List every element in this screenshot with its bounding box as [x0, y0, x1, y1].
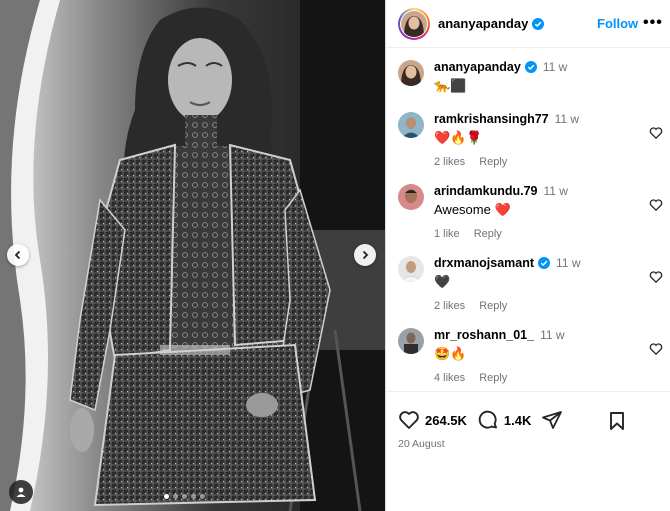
comment-username[interactable]: ramkrishansingh77: [434, 112, 549, 126]
carousel-dot: [182, 494, 187, 499]
chevron-right-icon: [362, 250, 369, 260]
comment-username[interactable]: drxmanojsamant: [434, 256, 534, 270]
comment-icon: [478, 410, 497, 429]
comment-username[interactable]: arindamkundu.79: [434, 184, 538, 198]
post-media: [0, 0, 385, 511]
comment-reply-button[interactable]: Reply: [479, 372, 507, 384]
heart-icon[interactable]: [649, 198, 663, 212]
next-photo-button[interactable]: [354, 244, 376, 266]
bookmark-icon[interactable]: [607, 411, 627, 431]
user-icon: [16, 487, 26, 497]
verified-badge-icon: [524, 61, 537, 73]
comment-likes[interactable]: 2 likes: [434, 300, 465, 312]
heart-icon[interactable]: [649, 270, 663, 284]
comment-text: 🖤: [434, 274, 451, 289]
comment-time[interactable]: 11 w: [556, 256, 580, 270]
comment-text: Awesome ❤️: [434, 202, 511, 217]
heart-icon[interactable]: [649, 342, 663, 356]
carousel-dot: [164, 494, 169, 499]
previous-photo-button[interactable]: [7, 244, 29, 266]
verified-badge-icon: [538, 257, 551, 269]
share-button[interactable]: [541, 409, 563, 431]
post-date[interactable]: 20 August: [398, 438, 445, 450]
comment-likes[interactable]: 2 likes: [434, 156, 465, 168]
like-button[interactable]: 264.5K: [398, 409, 467, 431]
carousel-dot: [191, 494, 196, 499]
send-icon: [542, 411, 563, 429]
comment-time[interactable]: 11 w: [540, 328, 564, 342]
author-username[interactable]: ananyapanday: [438, 16, 528, 31]
chevron-left-icon: [14, 250, 21, 260]
commenter-avatar[interactable]: [398, 184, 424, 210]
likes-count[interactable]: 264.5K: [425, 413, 467, 428]
comment-text: 🤩🔥: [434, 346, 467, 361]
comments-list: ananyapanday 11 w 🐆⬛ ramkrishansingh77 1…: [386, 48, 670, 391]
post-side-panel: ananyapanday Follow ••• ananyapanday 11 …: [385, 0, 670, 511]
comment-text: ❤️🔥🌹: [434, 130, 483, 145]
commenter-avatar[interactable]: [398, 112, 424, 138]
comment-reply-button[interactable]: Reply: [479, 156, 507, 168]
commenter-avatar[interactable]: [398, 328, 424, 354]
comment-time[interactable]: 11 w: [544, 184, 568, 198]
carousel-indicator: [164, 494, 205, 499]
verified-badge-icon: [532, 17, 545, 30]
author-avatar[interactable]: [398, 7, 430, 40]
comment-time[interactable]: 11 w: [555, 112, 579, 126]
post-photo: [0, 0, 385, 511]
instagram-post-modal: ananyapanday Follow ••• ananyapanday 11 …: [0, 0, 670, 511]
post-header: ananyapanday Follow •••: [386, 0, 670, 48]
more-options-button[interactable]: •••: [643, 14, 663, 32]
author-avatar-image: [401, 10, 427, 37]
caption-text: 🐆⬛: [434, 78, 467, 93]
caption-time[interactable]: 11 w: [543, 60, 567, 74]
comment-likes[interactable]: 1 like: [434, 228, 460, 240]
comment-username[interactable]: mr_roshann_01_: [434, 328, 534, 342]
heart-icon: [399, 411, 419, 429]
heart-icon[interactable]: [649, 126, 663, 140]
comment-likes[interactable]: 4 likes: [434, 372, 465, 384]
comment-button[interactable]: 1.4K: [477, 409, 531, 431]
comment-reply-button[interactable]: Reply: [474, 228, 502, 240]
carousel-dot: [173, 494, 178, 499]
post-actions: 264.5K 1.4K 20 August: [386, 391, 670, 511]
commenter-avatar[interactable]: [398, 256, 424, 282]
author-avatar[interactable]: [398, 60, 424, 86]
caption-username[interactable]: ananyapanday: [434, 60, 521, 74]
comments-count[interactable]: 1.4K: [504, 413, 531, 428]
carousel-dot: [200, 494, 205, 499]
tagged-users-button[interactable]: [9, 480, 33, 504]
comment-reply-button[interactable]: Reply: [479, 300, 507, 312]
follow-button[interactable]: Follow: [597, 16, 638, 31]
